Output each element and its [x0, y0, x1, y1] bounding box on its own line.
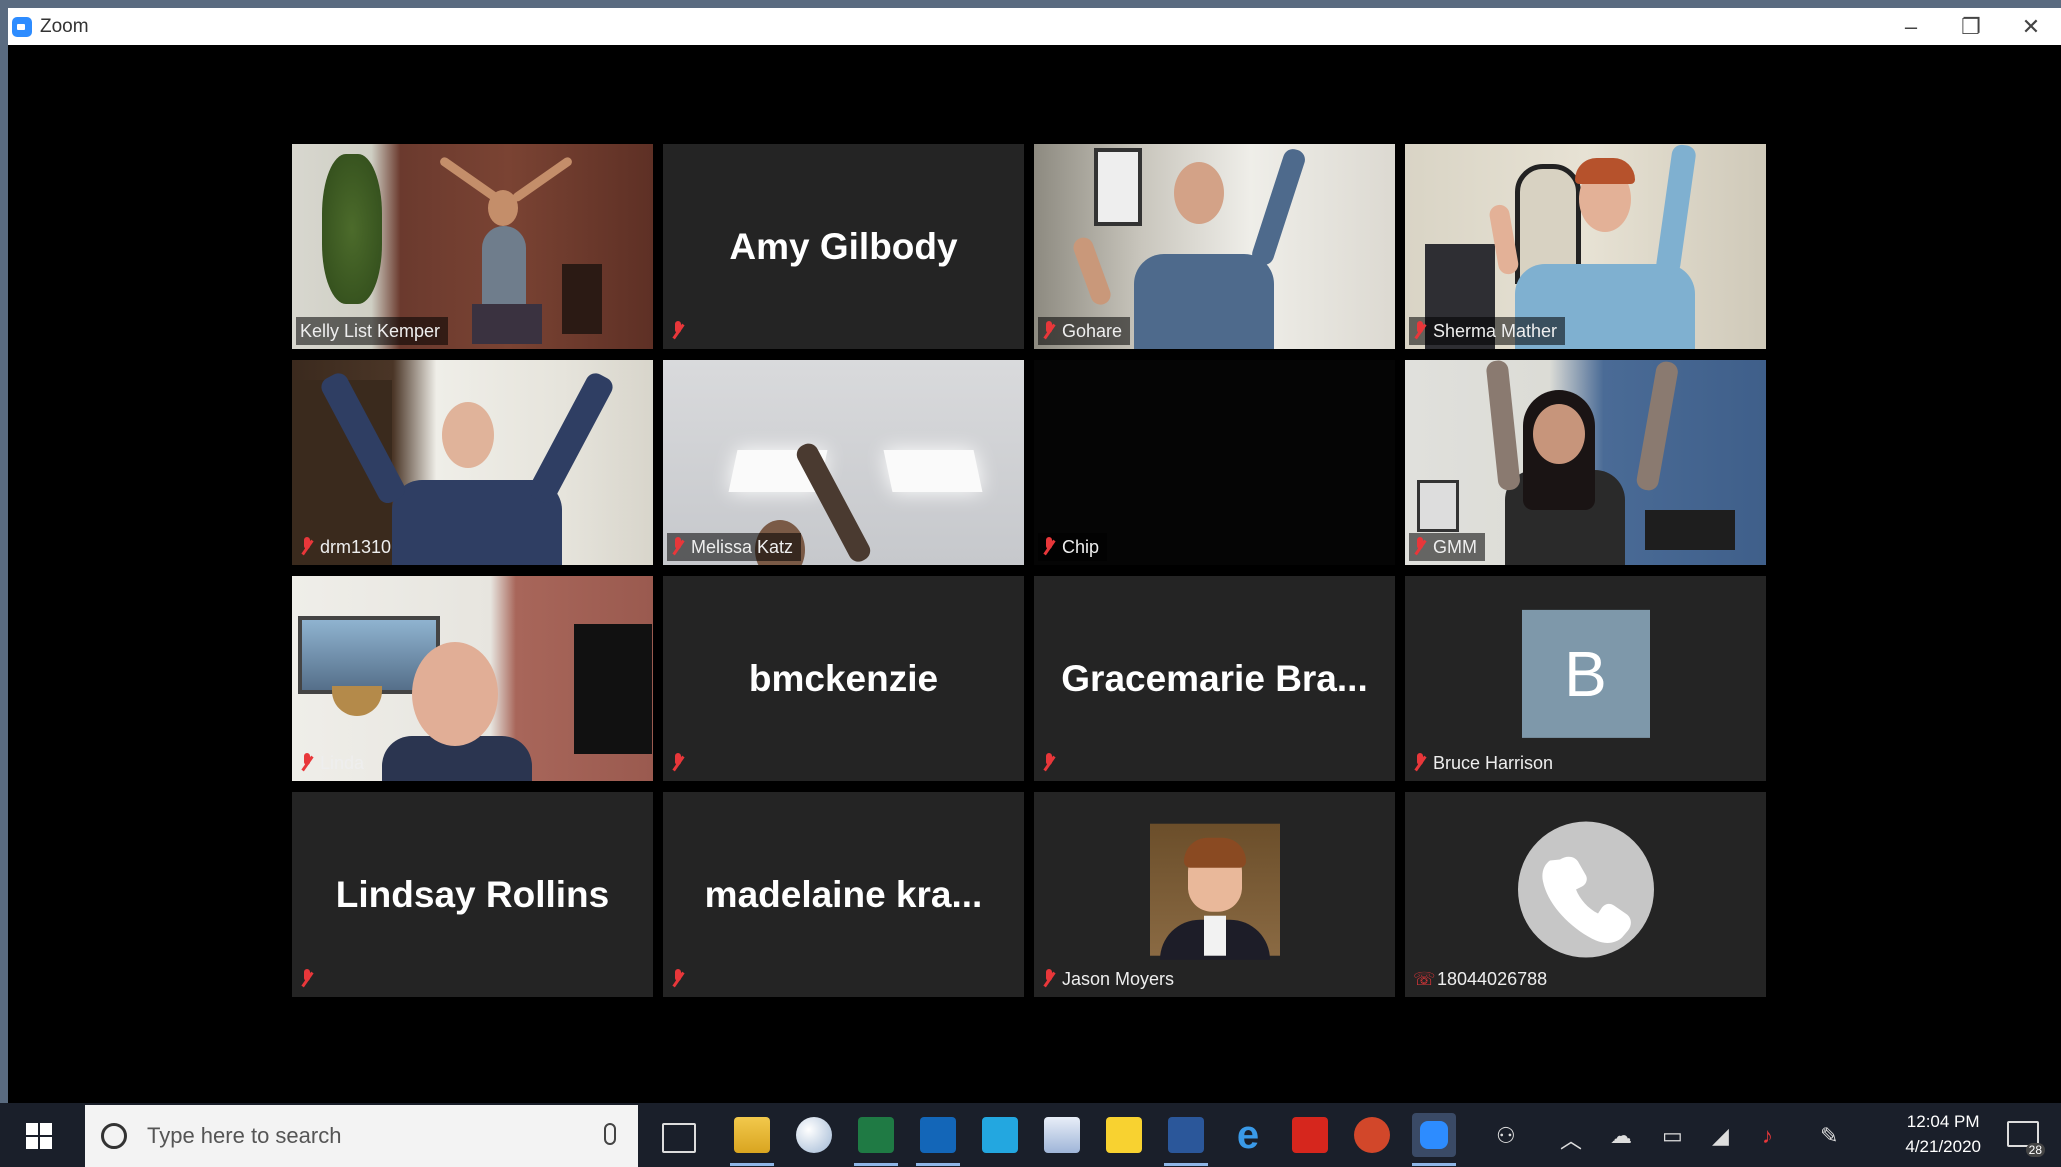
paint-icon[interactable]: [796, 1117, 832, 1153]
chevron-up-icon[interactable]: ︿: [1560, 1123, 1582, 1155]
excel-icon[interactable]: [858, 1117, 894, 1153]
windows-start-button[interactable]: [26, 1123, 52, 1149]
participant-tile[interactable]: madelaine kra...: [663, 792, 1024, 997]
outlook-icon[interactable]: [920, 1117, 956, 1153]
participant-name-label: Linda: [296, 749, 372, 777]
participant-display-name: madelaine kra...: [704, 873, 983, 915]
mic-muted-icon: [1042, 752, 1056, 774]
participant-name-label: drm1310: [296, 533, 399, 561]
action-center-icon[interactable]: 28: [2005, 1117, 2045, 1157]
avatar: B: [1521, 609, 1650, 738]
microphone-icon[interactable]: [604, 1123, 616, 1145]
zoom-taskbar-icon[interactable]: [1412, 1113, 1456, 1157]
volume-muted-icon[interactable]: ♪: [1762, 1123, 1773, 1149]
people-icon[interactable]: ⚇: [1496, 1123, 1516, 1149]
participant-tile[interactable]: Linda: [292, 576, 653, 781]
mic-muted-icon: [671, 536, 685, 558]
participant-name-label: Chip: [1038, 533, 1108, 561]
onedrive-icon[interactable]: ☁: [1610, 1123, 1632, 1149]
task-view-icon[interactable]: [662, 1123, 696, 1153]
participant-status: [1038, 749, 1070, 777]
participant-tile[interactable]: GMM: [1405, 360, 1766, 565]
clock-date: 4/21/2020: [1905, 1137, 1981, 1156]
phone-avatar: [1517, 821, 1654, 958]
participant-name-label: Bruce Harrison: [1409, 749, 1561, 777]
participant-tile[interactable]: bmckenzie: [663, 576, 1024, 781]
zoom-app-icon: [12, 16, 32, 37]
participant-name-label: ☏ 18044026788: [1413, 968, 1548, 990]
store-icon[interactable]: [982, 1117, 1018, 1153]
word-icon[interactable]: [1168, 1117, 1204, 1153]
search-placeholder: Type here to search: [147, 1123, 342, 1148]
participant-tile[interactable]: Lindsay Rollins: [292, 792, 653, 997]
mic-muted-icon: [300, 536, 314, 558]
powerpoint-icon[interactable]: [1354, 1117, 1390, 1153]
participant-name-label: Kelly List Kemper: [296, 317, 449, 345]
title-bar: Zoom – ❐ ✕: [8, 8, 2061, 45]
document-icon[interactable]: [1044, 1117, 1080, 1153]
battery-icon[interactable]: ▭: [1662, 1123, 1683, 1149]
mic-muted-icon: [1042, 536, 1056, 558]
participant-tile[interactable]: Melissa Katz: [663, 360, 1024, 565]
mic-muted-icon: [300, 968, 314, 990]
maximize-button[interactable]: ❐: [1941, 8, 2001, 45]
participant-display-name: bmckenzie: [748, 657, 939, 699]
phone-muted-icon: ☏: [1413, 969, 1436, 989]
minimize-button[interactable]: –: [1881, 8, 1941, 45]
participant-name-label: Sherma Mather: [1409, 317, 1566, 345]
participant-tile[interactable]: Jason Moyers: [1034, 792, 1395, 997]
edge-icon[interactable]: e: [1230, 1115, 1266, 1155]
participant-tile[interactable]: B Bruce Harrison: [1405, 576, 1766, 781]
mic-muted-icon: [1413, 752, 1427, 774]
mic-muted-icon: [1413, 320, 1427, 342]
participant-display-name: Lindsay Rollins: [335, 873, 610, 915]
participant-tile[interactable]: Chip: [1034, 360, 1395, 565]
participant-tile[interactable]: Sherma Mather: [1405, 144, 1766, 349]
participant-name-label: Gohare: [1038, 317, 1131, 345]
cortana-icon: [101, 1123, 127, 1149]
close-button[interactable]: ✕: [2001, 8, 2061, 45]
windows-taskbar: Type here to search e ⚇ ︿ ☁ ▭ ◢ ♪ ✎ 12:0…: [0, 1103, 2061, 1167]
notification-badge: 28: [2025, 1143, 2045, 1157]
participant-display-name: Gracemarie Bra...: [1061, 657, 1368, 699]
profile-photo: [1149, 823, 1280, 960]
participant-status: [667, 317, 699, 345]
mic-muted-icon: [1042, 968, 1056, 990]
network-icon[interactable]: ◢: [1712, 1123, 1729, 1149]
window-title: Zoom: [40, 15, 89, 37]
participant-name-label: Melissa Katz: [667, 533, 802, 561]
mic-muted-icon: [1413, 536, 1427, 558]
participant-status: [667, 965, 699, 993]
participant-display-name: Amy Gilbody: [729, 225, 958, 267]
participant-status: [296, 965, 328, 993]
mic-muted-icon: [671, 752, 685, 774]
clock-time: 12:04 PM: [1906, 1112, 1980, 1131]
acrobat-icon[interactable]: [1292, 1117, 1328, 1153]
phone-icon: [1541, 856, 1631, 943]
mic-muted-icon: [300, 752, 314, 774]
participant-tile[interactable]: Kelly List Kemper: [292, 144, 653, 349]
participant-tile[interactable]: drm1310: [292, 360, 653, 565]
taskbar-clock[interactable]: 12:04 PM 4/21/2020: [1905, 1109, 1981, 1159]
gallery-view: Kelly List Kemper Amy Gilbody Gohare She…: [292, 144, 1777, 997]
sticky-notes-icon[interactable]: [1106, 1117, 1142, 1153]
mic-muted-icon: [671, 320, 685, 342]
participant-tile[interactable]: Amy Gilbody: [663, 144, 1024, 349]
pen-icon[interactable]: ✎: [1820, 1123, 1838, 1149]
participant-tile[interactable]: ☏ 18044026788: [1405, 792, 1766, 997]
mic-muted-icon: [671, 968, 685, 990]
taskbar-search-box[interactable]: Type here to search: [85, 1105, 638, 1167]
participant-status: [667, 749, 699, 777]
mic-muted-icon: [1042, 320, 1056, 342]
participant-tile[interactable]: Gracemarie Bra...: [1034, 576, 1395, 781]
participant-name-label: Jason Moyers: [1038, 965, 1182, 993]
participant-name-label: GMM: [1409, 533, 1485, 561]
file-explorer-icon[interactable]: [734, 1117, 770, 1153]
participant-tile[interactable]: Gohare: [1034, 144, 1395, 349]
